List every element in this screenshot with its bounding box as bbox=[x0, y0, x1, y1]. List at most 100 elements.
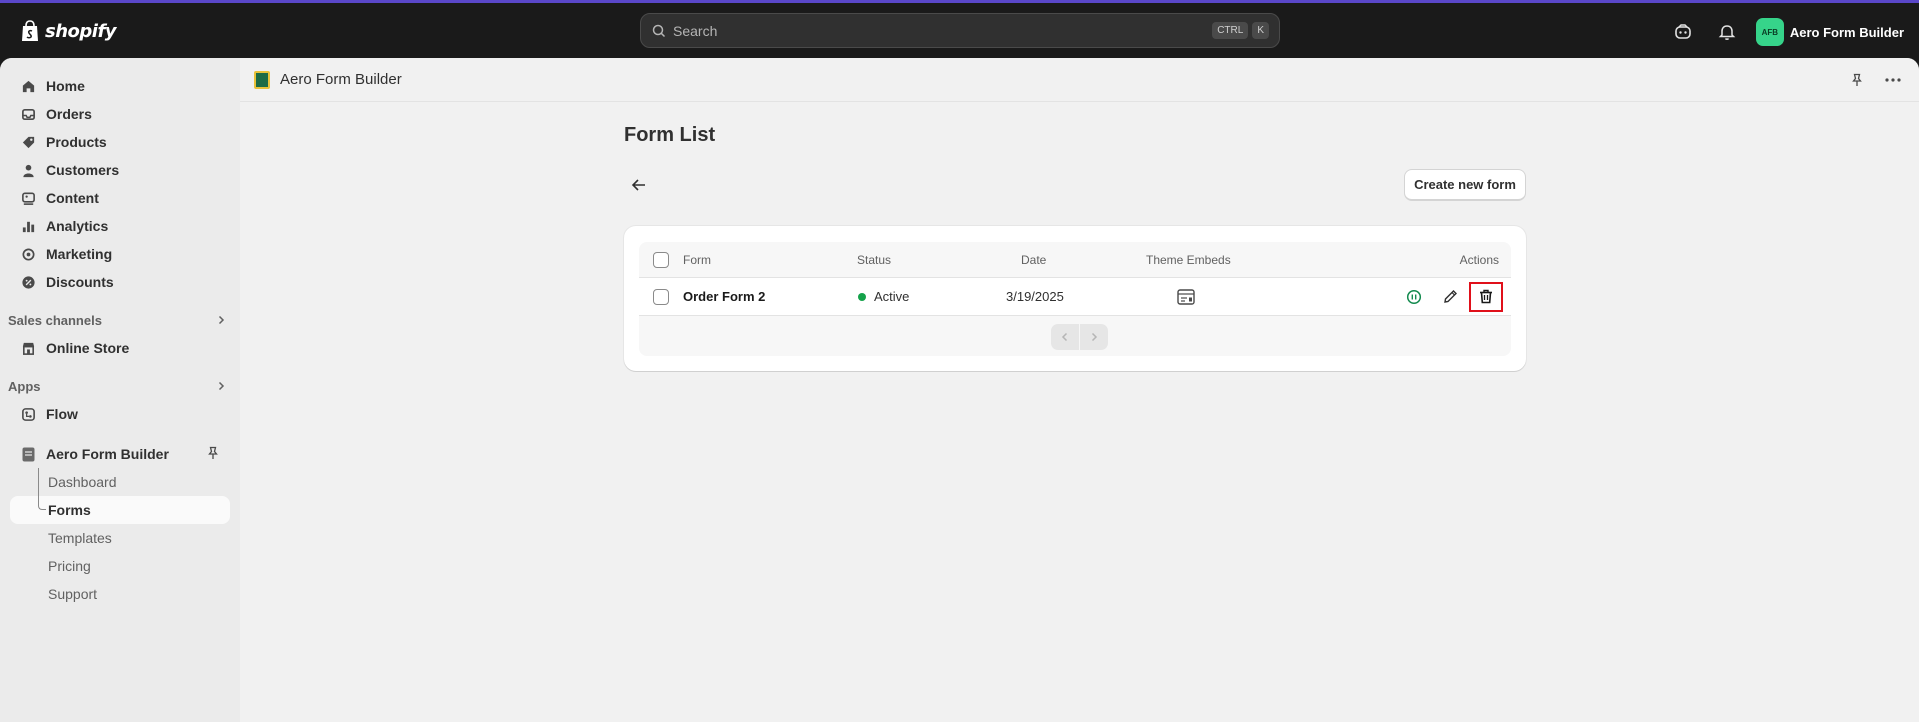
sidebar-item-customers[interactable]: Customers bbox=[10, 156, 230, 184]
store-menu[interactable]: AFB Aero Form Builder bbox=[1755, 18, 1904, 46]
shortcut-key-k: K bbox=[1252, 22, 1269, 39]
sales-channels-header[interactable]: Sales channels bbox=[0, 306, 240, 334]
app-icon bbox=[20, 446, 36, 462]
sidebar-item-marketing[interactable]: Marketing bbox=[10, 240, 230, 268]
pencil-icon bbox=[1443, 290, 1457, 303]
sidebar-item-label: Products bbox=[46, 134, 107, 150]
column-header-theme-embeds: Theme Embeds bbox=[1146, 252, 1231, 267]
more-options-button[interactable] bbox=[1881, 68, 1905, 92]
pause-icon bbox=[1406, 289, 1422, 304]
status-badge: Active bbox=[858, 278, 909, 315]
sidekick-button[interactable] bbox=[1668, 17, 1698, 47]
sales-channels-label: Sales channels bbox=[8, 312, 102, 328]
column-header-date: Date bbox=[1021, 252, 1047, 267]
top-bar: shopify Search CTRL K AFB Aero Form Buil… bbox=[0, 0, 1919, 58]
inbox-icon bbox=[20, 106, 36, 122]
content-icon bbox=[20, 190, 36, 206]
chevron-right-icon bbox=[1091, 332, 1098, 342]
arrow-left-icon bbox=[631, 179, 645, 191]
sidebar-subitem-forms[interactable]: Forms bbox=[10, 496, 230, 524]
chart-icon bbox=[20, 218, 36, 234]
app-logo bbox=[254, 70, 270, 89]
tree-elbow bbox=[38, 496, 46, 510]
edit-button[interactable] bbox=[1437, 284, 1463, 310]
main-content: Aero Form Builder Form List Create new f… bbox=[240, 58, 1919, 722]
table-header: Form Status Date Theme Embeds Actions bbox=[639, 242, 1511, 278]
sidebar-item-aero-form-builder[interactable]: Aero Form Builder bbox=[10, 440, 230, 468]
ellipsis-icon bbox=[1885, 78, 1901, 82]
home-icon bbox=[20, 78, 36, 94]
status-dot bbox=[858, 292, 866, 301]
table-row[interactable]: Order Form 2 Active 3/19/2025 bbox=[639, 278, 1511, 316]
app-header: Aero Form Builder bbox=[240, 58, 1919, 102]
next-page-button[interactable] bbox=[1080, 324, 1108, 350]
notifications-button[interactable] bbox=[1712, 17, 1742, 47]
table-pagination bbox=[639, 316, 1511, 356]
column-header-status: Status bbox=[857, 252, 892, 267]
theme-embed-button[interactable] bbox=[1177, 278, 1195, 315]
sidebar-item-label: Marketing bbox=[46, 246, 113, 262]
create-new-form-button[interactable]: Create new form bbox=[1404, 169, 1526, 201]
sidebar-subitem-templates[interactable]: Templates bbox=[10, 524, 230, 552]
sidebar-item-products[interactable]: Products bbox=[10, 128, 230, 156]
sidebar-item-analytics[interactable]: Analytics bbox=[10, 212, 230, 240]
sidebar-item-label: Online Store bbox=[46, 340, 130, 356]
shopify-logo[interactable]: shopify bbox=[20, 20, 117, 42]
sidebar-subitem-label: Templates bbox=[48, 530, 112, 546]
sidebar-item-label: Analytics bbox=[46, 218, 109, 234]
sidebar-subitem-label: Forms bbox=[48, 502, 91, 518]
column-header-actions: Actions bbox=[1459, 252, 1499, 267]
row-checkbox[interactable] bbox=[653, 288, 669, 305]
pause-button[interactable] bbox=[1401, 284, 1427, 310]
search-icon bbox=[652, 24, 666, 37]
pin-button[interactable] bbox=[1845, 68, 1869, 92]
tag-icon bbox=[20, 134, 36, 150]
previous-page-button[interactable] bbox=[1051, 324, 1079, 350]
sidebar-subitem-dashboard[interactable]: Dashboard bbox=[10, 468, 230, 506]
sidebar-item-label: Orders bbox=[46, 106, 92, 122]
delete-button[interactable] bbox=[1469, 281, 1503, 312]
trash-icon bbox=[1480, 289, 1492, 304]
admin-shell: Home Orders Products Customers Content A… bbox=[0, 58, 1919, 722]
target-icon bbox=[20, 246, 36, 262]
flow-icon bbox=[20, 406, 36, 422]
sidebar-item-label: Customers bbox=[46, 162, 120, 178]
sidebar-subitem-label: Dashboard bbox=[48, 474, 117, 490]
sidebar-item-flow[interactable]: Flow bbox=[10, 400, 230, 428]
apps-header[interactable]: Apps bbox=[0, 372, 240, 400]
discount-icon bbox=[20, 274, 36, 290]
form-date: 3/19/2025 bbox=[1006, 289, 1064, 304]
form-list-card: Form Status Date Theme Embeds Actions Or… bbox=[624, 226, 1526, 371]
sidebar-subitem-pricing[interactable]: Pricing bbox=[10, 552, 230, 580]
sidebar-item-online-store[interactable]: Online Store bbox=[10, 334, 230, 362]
store-name: Aero Form Builder bbox=[1789, 24, 1904, 40]
sidebar-subitem-label: Support bbox=[48, 586, 98, 602]
sidebar-item-home[interactable]: Home bbox=[10, 72, 230, 100]
sidebar-item-content[interactable]: Content bbox=[10, 184, 230, 212]
shopify-wordmark: shopify bbox=[45, 20, 117, 42]
sidebar-subitem-support[interactable]: Support bbox=[10, 580, 230, 608]
sidebar-item-discounts[interactable]: Discounts bbox=[10, 268, 230, 296]
person-icon bbox=[20, 162, 36, 178]
form-name[interactable]: Order Form 2 bbox=[683, 278, 765, 315]
sidebar-subitem-label: Pricing bbox=[48, 558, 91, 574]
pin-icon bbox=[1852, 73, 1862, 86]
select-all-checkbox[interactable] bbox=[653, 251, 669, 268]
sidebar-item-label: Discounts bbox=[46, 274, 114, 290]
sidebar-item-label: Aero Form Builder bbox=[46, 446, 169, 462]
search-bar[interactable]: Search CTRL K bbox=[640, 13, 1280, 48]
store-avatar: AFB bbox=[1755, 18, 1784, 46]
sidekick-icon bbox=[1675, 24, 1691, 39]
chevron-right-icon bbox=[216, 379, 226, 394]
sidebar-item-orders[interactable]: Orders bbox=[10, 100, 230, 128]
back-button[interactable] bbox=[628, 174, 650, 196]
app-title: Aero Form Builder bbox=[280, 71, 402, 88]
shortcut-key-ctrl: CTRL bbox=[1212, 22, 1249, 39]
theme-embed-icon bbox=[1177, 288, 1195, 305]
pin-icon[interactable] bbox=[206, 446, 220, 463]
search-placeholder: Search bbox=[673, 22, 718, 39]
status-text: Active bbox=[874, 289, 910, 304]
sidebar: Home Orders Products Customers Content A… bbox=[0, 58, 240, 722]
shopify-bag-icon bbox=[22, 20, 38, 41]
bell-icon bbox=[1718, 25, 1736, 40]
